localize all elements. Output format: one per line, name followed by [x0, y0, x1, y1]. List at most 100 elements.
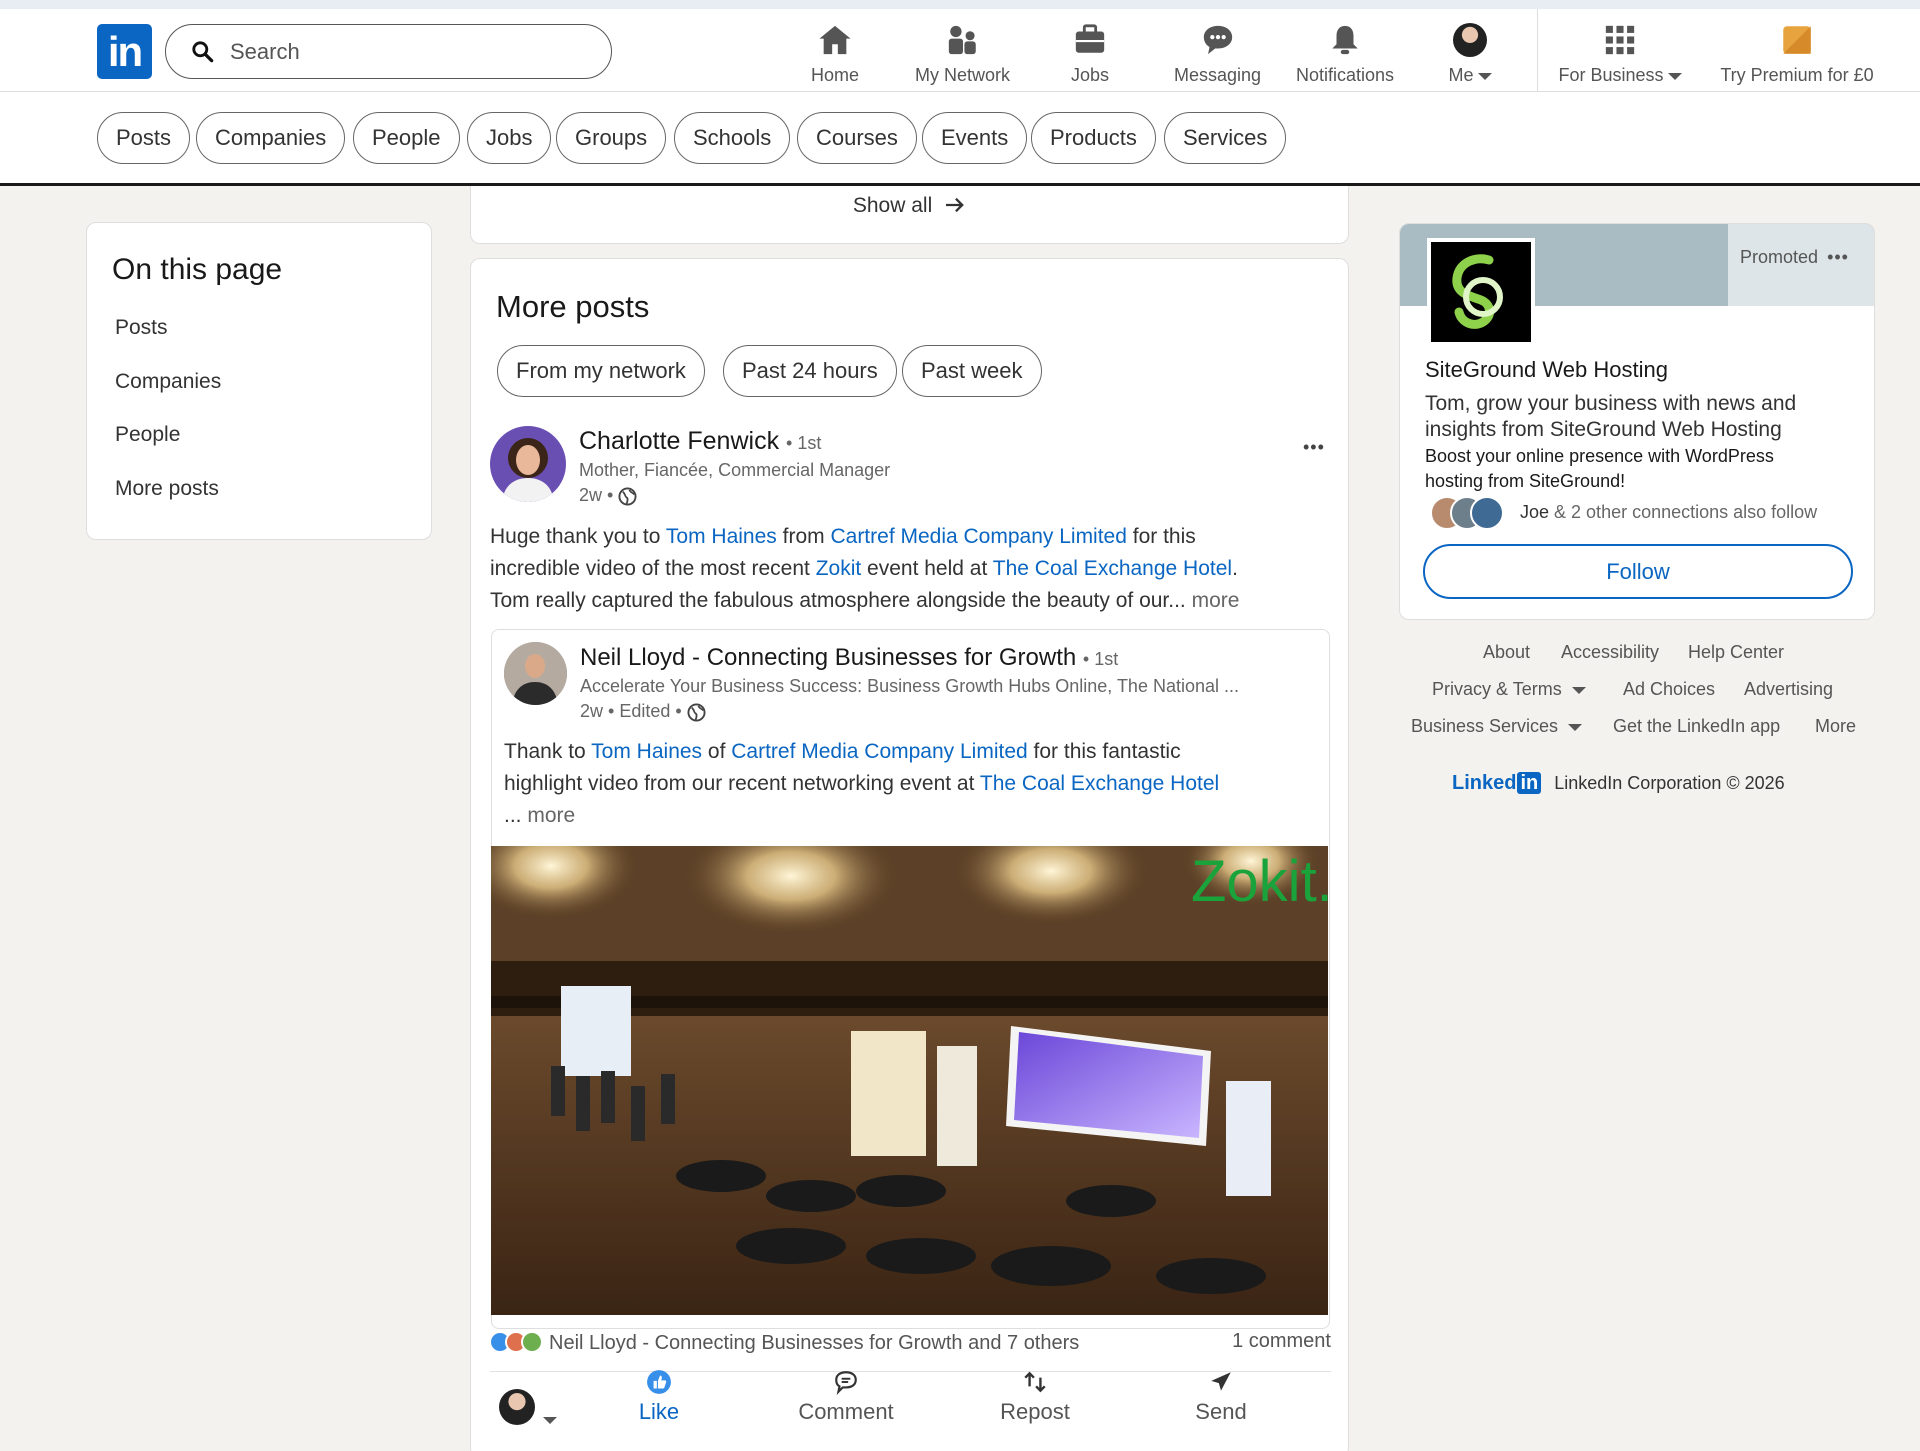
on-this-page-more-posts[interactable]: More posts — [115, 477, 219, 501]
on-this-page-people[interactable]: People — [115, 423, 180, 447]
footer-ad-choices[interactable]: Ad Choices — [1623, 679, 1715, 700]
footer-more[interactable]: More — [1815, 716, 1856, 737]
copyright-text: LinkedIn Corporation © 2026 — [1554, 773, 1785, 793]
more-posts-card: More posts From my network Past 24 hours… — [470, 258, 1349, 1451]
post-author-avatar[interactable] — [490, 426, 566, 502]
footer-advertising[interactable]: Advertising — [1744, 679, 1833, 700]
filter-companies[interactable]: Companies — [196, 112, 346, 164]
nav-for-business[interactable]: For Business — [1550, 19, 1690, 94]
advertiser-name[interactable]: SiteGround Web Hosting — [1425, 357, 1668, 383]
nav-for-business-label: For Business — [1550, 65, 1690, 86]
nav-try-premium[interactable]: Try Premium for £0 — [1712, 19, 1882, 94]
footer-brand: Linked in LinkedIn Corporation © 2026 — [1452, 772, 1785, 795]
mention-cartref-media[interactable]: Cartref Media Company Limited — [731, 740, 1027, 763]
follow-button[interactable]: Follow — [1423, 544, 1853, 599]
mention-coal-exchange[interactable]: The Coal Exchange Hotel — [993, 557, 1232, 580]
chevron-down-icon — [1667, 72, 1682, 80]
post-video[interactable]: Zokit. — [491, 846, 1328, 1315]
search-icon — [192, 40, 214, 62]
footer-privacy-terms[interactable]: Privacy & Terms — [1432, 679, 1586, 700]
like-icon — [647, 1370, 671, 1394]
chip-past-week[interactable]: Past week — [902, 345, 1042, 397]
avatar — [499, 1389, 535, 1425]
global-nav: in Home My Network Jobs Messaging Notifi… — [0, 0, 1920, 92]
grid-icon — [1605, 25, 1635, 55]
nav-messaging[interactable]: Messaging — [1165, 19, 1270, 94]
reaction-avatar-selector[interactable] — [499, 1389, 557, 1430]
mention-tom-haines[interactable]: Tom Haines — [666, 525, 777, 548]
show-all-button[interactable]: Show all — [470, 186, 1349, 244]
repost-icon — [1024, 1371, 1046, 1393]
linkedin-wordmark: Linked in — [1452, 772, 1542, 794]
zokit-watermark: Zokit. — [1191, 849, 1328, 914]
globe-icon — [687, 703, 706, 722]
reactions-icon — [489, 1331, 543, 1353]
filter-products[interactable]: Products — [1031, 112, 1156, 164]
see-more-link[interactable]: more — [1186, 589, 1240, 612]
footer-get-app[interactable]: Get the LinkedIn app — [1613, 716, 1780, 737]
footer-business-services[interactable]: Business Services — [1411, 716, 1583, 737]
nav-messaging-label: Messaging — [1173, 65, 1262, 85]
chevron-down-icon — [1477, 72, 1492, 80]
repost-button[interactable]: Repost — [960, 1369, 1110, 1425]
footer-help-center[interactable]: Help Center — [1688, 642, 1784, 663]
nav-try-premium-label: Try Premium for £0 — [1720, 65, 1874, 85]
filter-jobs[interactable]: Jobs — [467, 112, 552, 164]
on-this-page-posts[interactable]: Posts — [115, 316, 168, 340]
chip-from-my-network[interactable]: From my network — [497, 345, 705, 397]
mention-coal-exchange[interactable]: The Coal Exchange Hotel — [980, 772, 1219, 795]
mention-tom-haines[interactable]: Tom Haines — [591, 740, 702, 763]
like-button[interactable]: Like — [609, 1369, 709, 1425]
filter-people[interactable]: People — [353, 112, 460, 164]
send-button[interactable]: Send — [1151, 1369, 1291, 1425]
chip-past-24-hours[interactable]: Past 24 hours — [723, 345, 897, 397]
post-author-name[interactable]: Charlotte Fenwick • 1st — [579, 427, 821, 456]
search-input[interactable] — [230, 38, 590, 65]
siteground-logo[interactable] — [1427, 238, 1535, 346]
mention-cartref-media[interactable]: Cartref Media Company Limited — [830, 525, 1126, 548]
nav-notifications[interactable]: Notifications — [1290, 19, 1400, 94]
chevron-down-icon — [1568, 723, 1583, 731]
premium-icon — [1783, 26, 1811, 54]
filter-courses[interactable]: Courses — [797, 112, 917, 164]
connections-follow-text: Joe & 2 other connections also follow — [1520, 502, 1818, 522]
nav-home[interactable]: Home — [795, 19, 875, 94]
nav-me[interactable]: Me — [1430, 19, 1510, 94]
ad-text-line-1: Tom, grow your business with news and — [1425, 392, 1797, 415]
see-more-link[interactable]: more — [527, 804, 575, 827]
footer-accessibility[interactable]: Accessibility — [1561, 642, 1659, 663]
globe-icon — [618, 487, 637, 506]
post-menu-icon[interactable]: ••• — [1303, 437, 1325, 458]
connection-degree: • 1st — [786, 433, 822, 453]
bell-icon — [1332, 25, 1358, 55]
briefcase-icon — [1075, 24, 1105, 53]
nav-jobs[interactable]: Jobs — [1050, 19, 1130, 94]
linkedin-logo[interactable]: in — [97, 24, 152, 79]
filter-posts[interactable]: Posts — [97, 112, 191, 164]
comments-count[interactable]: 1 comment — [1232, 1330, 1331, 1353]
reshare-body: Thank to Tom Haines of Cartref Media Com… — [504, 740, 1220, 827]
ad-menu-icon[interactable]: ••• — [1827, 247, 1849, 267]
filter-services[interactable]: Services — [1164, 112, 1287, 164]
more-posts-title: More posts — [496, 289, 650, 324]
nav-my-network-label: My Network — [914, 65, 1010, 85]
comment-icon — [835, 1371, 857, 1395]
filter-schools[interactable]: Schools — [674, 112, 791, 164]
on-this-page-card: On this page Posts Companies People More… — [86, 222, 432, 540]
nav-me-label: Me — [1430, 65, 1510, 86]
messaging-icon — [1203, 25, 1232, 55]
mention-zokit[interactable]: Zokit — [816, 557, 862, 580]
reactions-text[interactable]: Neil Lloyd - Connecting Businesses for G… — [549, 1332, 1079, 1354]
search-box[interactable] — [165, 24, 612, 79]
reshare-author-avatar[interactable] — [504, 642, 567, 705]
comment-button[interactable]: Comment — [771, 1369, 921, 1425]
on-this-page-companies[interactable]: Companies — [115, 370, 221, 394]
nav-my-network[interactable]: My Network — [905, 19, 1020, 94]
reshare-author-name[interactable]: Neil Lloyd - Connecting Businesses for G… — [580, 644, 1118, 672]
me-avatar — [1453, 23, 1487, 57]
nav-divider — [1537, 9, 1538, 92]
filter-events[interactable]: Events — [922, 112, 1028, 164]
footer-about[interactable]: About — [1483, 642, 1530, 663]
nav-jobs-label: Jobs — [1070, 65, 1110, 85]
filter-groups[interactable]: Groups — [556, 112, 667, 164]
